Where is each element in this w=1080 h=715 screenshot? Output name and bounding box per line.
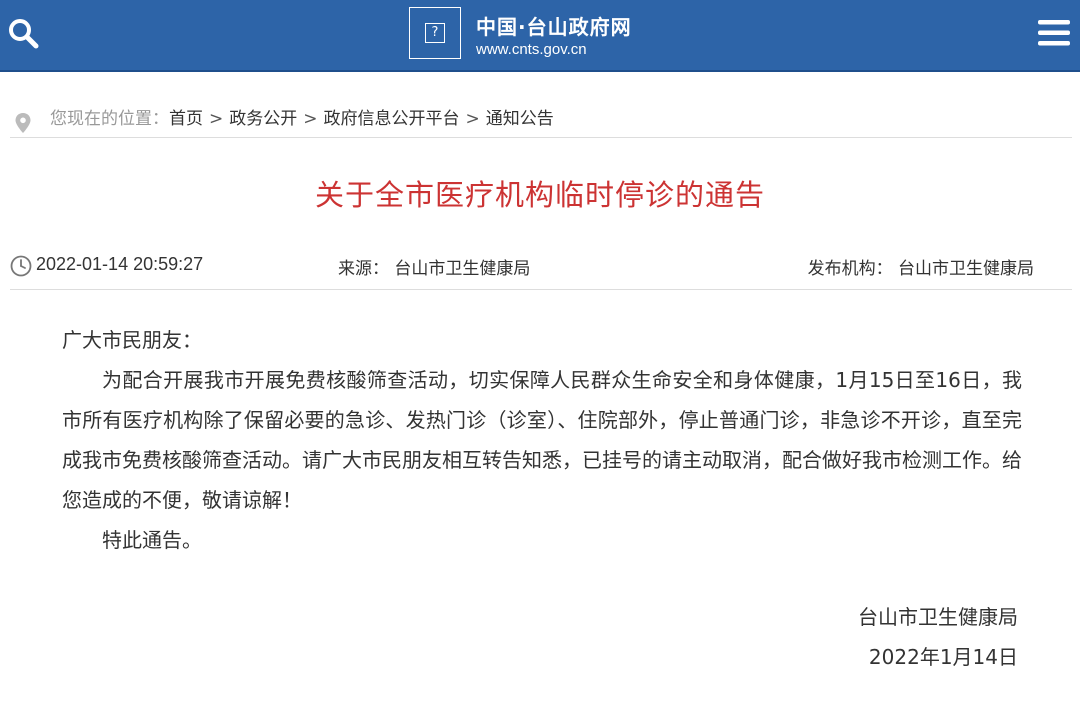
breadcrumb-info-platform[interactable]: 政府信息公开平台 <box>324 109 460 129</box>
site-url[interactable]: www.cnts.gov.cn <box>476 41 587 58</box>
publish-date: 2022-01-14 20:59:27 <box>36 254 204 274</box>
publisher-value: 台山市卫生健康局 <box>898 259 1034 279</box>
breadcrumb-separator: > <box>209 109 224 129</box>
breadcrumb-row: 您现在的位置：首页 > 政务公开 > 政府信息公开平台 > 通知公告 <box>10 98 1072 138</box>
menu-icon <box>1038 20 1070 46</box>
article-closing: 特此通告。 <box>102 528 202 552</box>
breadcrumb-separator: > <box>303 109 318 129</box>
article-meta: 2022-01-14 20:59:27 来源： 台山市卫生健康局 发布机构： 台… <box>10 248 1072 290</box>
search-icon <box>9 19 39 49</box>
breadcrumb-label: 您现在的位置： <box>50 109 169 129</box>
article-paragraph: 为配合开展我市开展免费核酸筛查活动，切实保障人民群众生命安全和身体健康，1月15… <box>62 368 1022 512</box>
search-button[interactable] <box>6 16 40 50</box>
breadcrumb: 您现在的位置：首页 > 政务公开 > 政府信息公开平台 > 通知公告 <box>50 104 554 129</box>
breadcrumb-home[interactable]: 首页 <box>169 109 203 129</box>
breadcrumb-gov-affairs[interactable]: 政务公开 <box>229 109 297 129</box>
source-value: 台山市卫生健康局 <box>394 259 531 279</box>
signature-date: 2022年1月14日 <box>868 645 1018 669</box>
site-header: ? 中国·台山政府网 www.cnts.gov.cn <box>0 0 1080 72</box>
article-greeting: 广大市民朋友： <box>62 328 202 352</box>
signature-org: 台山市卫生健康局 <box>858 605 1018 629</box>
location-pin-icon <box>15 113 31 133</box>
article-signature: 台山市卫生健康局 2022年1月14日 <box>858 597 1018 677</box>
article-publisher: 发布机构： 台山市卫生健康局 <box>808 254 1034 279</box>
logo-glyph: ? <box>425 23 445 43</box>
menu-button[interactable] <box>1036 17 1072 49</box>
site-logo[interactable]: ? <box>409 7 461 59</box>
article-title: 关于全市医疗机构临时停诊的通告 <box>314 178 765 212</box>
clock-icon <box>10 255 32 277</box>
article-body: 广大市民朋友： 为配合开展我市开展免费核酸筛查活动，切实保障人民群众生命安全和身… <box>62 320 1022 560</box>
publisher-label: 发布机构： <box>807 259 893 279</box>
article-source: 来源： 台山市卫生健康局 <box>338 254 530 279</box>
breadcrumb-notices[interactable]: 通知公告 <box>486 109 554 129</box>
breadcrumb-separator: > <box>465 109 480 129</box>
source-label: 来源： <box>338 259 389 279</box>
site-name[interactable]: 中国·台山政府网 <box>476 11 632 40</box>
